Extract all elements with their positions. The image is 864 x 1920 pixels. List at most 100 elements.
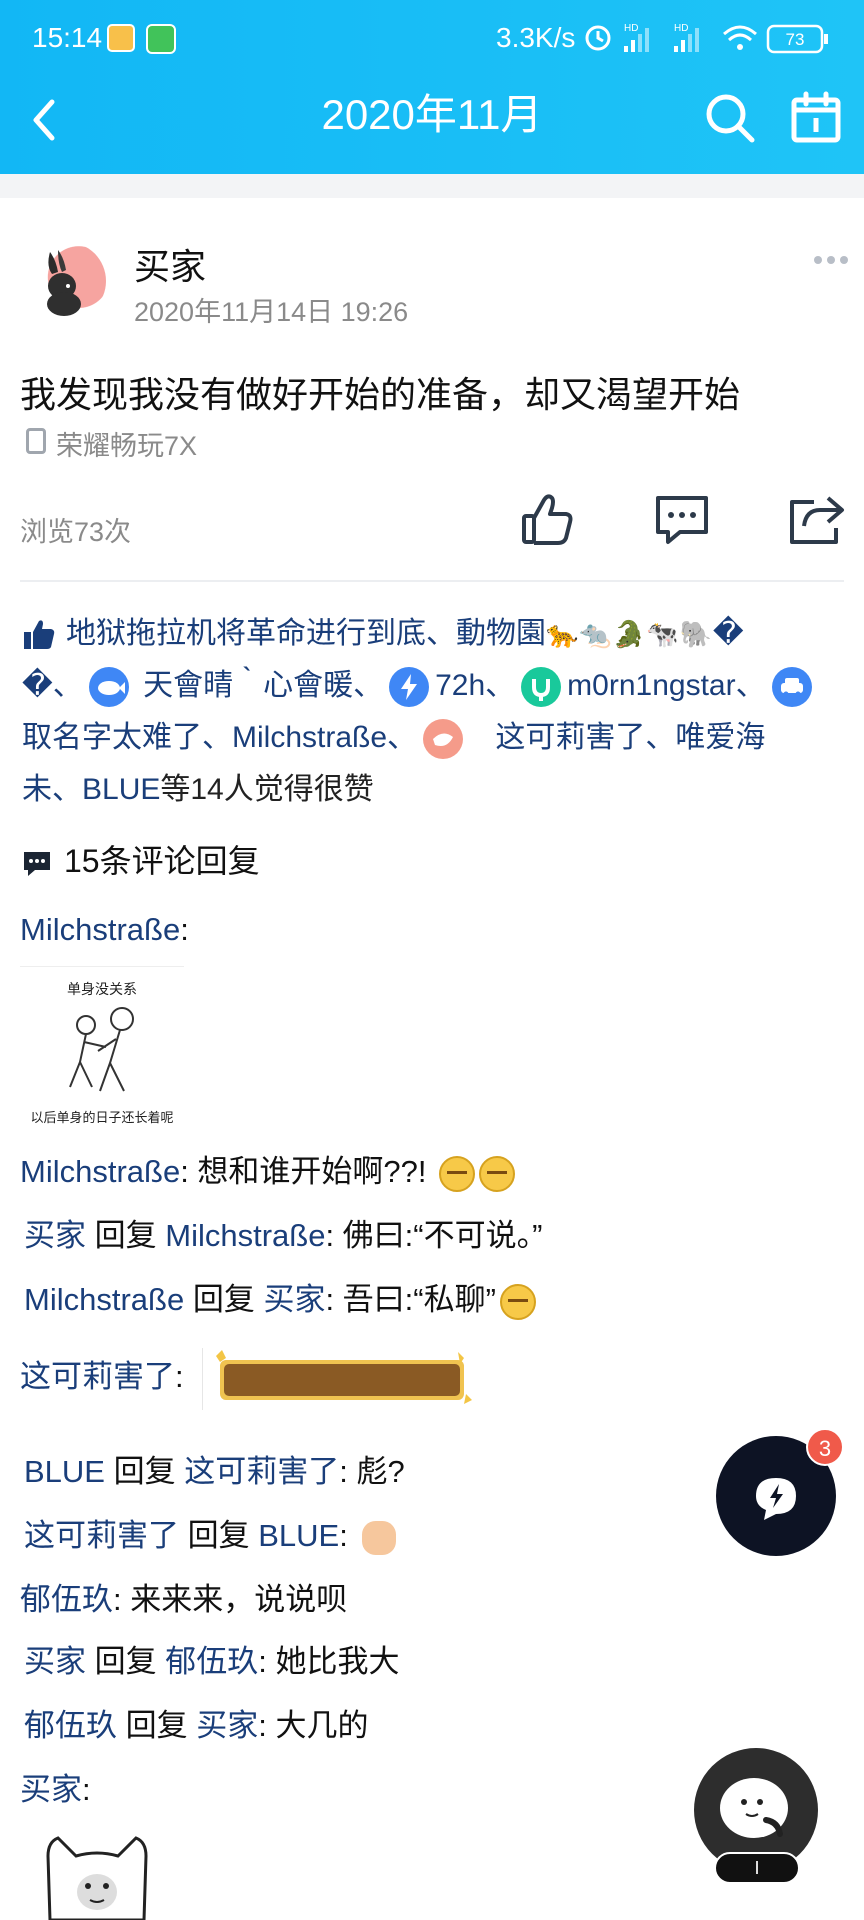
liker-name-2[interactable]: 天會晴｀心會暖、 bbox=[143, 669, 383, 702]
battery-level: 73 bbox=[786, 30, 805, 49]
liker-name-5[interactable]: 取名字太难了、Milchstraße、 bbox=[22, 721, 417, 754]
reply-word: 回复 bbox=[94, 1644, 157, 1679]
comment-text: : 佛曰:“不可说。” bbox=[325, 1218, 543, 1253]
sticker-image[interactable]: 单身没关系 以后单身的日子还长着呢 bbox=[20, 966, 184, 1129]
reply-target[interactable]: 郁伍玖 bbox=[165, 1644, 258, 1679]
cat-face-sticker[interactable] bbox=[42, 1834, 152, 1920]
stick-figures-drawing bbox=[69, 1007, 134, 1092]
smirk-emoji-icon bbox=[499, 1283, 536, 1320]
device-label: 荣耀畅玩7X bbox=[56, 431, 198, 461]
like-thumb-icon[interactable] bbox=[516, 488, 580, 552]
hd-label-1: HD bbox=[624, 23, 638, 34]
reply-word: 回复 bbox=[113, 1454, 176, 1489]
reply-target[interactable]: BLUE bbox=[258, 1518, 339, 1553]
comment-7: 这可莉害了 回复 BLUE: bbox=[24, 1510, 397, 1555]
liker-group-1[interactable]: 地狱拖拉机将革命进行到底、動物園 bbox=[66, 617, 546, 650]
section-gap bbox=[0, 174, 864, 198]
commenter-name[interactable]: Milchstraße bbox=[20, 1154, 180, 1189]
network-speed: 3.3K/s bbox=[496, 22, 576, 53]
wechat-icon bbox=[146, 24, 176, 54]
liker-avatar-bolt bbox=[389, 667, 430, 708]
reply-word: 回复 bbox=[192, 1282, 255, 1317]
like-thumb-filled-icon bbox=[24, 620, 55, 650]
comment-8: 郁伍玖: 来来来，说说呗 bbox=[20, 1574, 347, 1619]
colon: : bbox=[82, 1772, 91, 1807]
liker-avatar-fish bbox=[88, 667, 129, 708]
rabbit-avatar-icon bbox=[47, 250, 81, 316]
badge-image[interactable] bbox=[202, 1348, 482, 1410]
commenter-name[interactable]: 买家 bbox=[20, 1772, 82, 1807]
commenter-name[interactable]: 买家 bbox=[24, 1218, 86, 1253]
commenter-name[interactable]: 买家 bbox=[24, 1644, 86, 1679]
reply-target[interactable]: 这可莉害了 bbox=[184, 1454, 339, 1489]
comment-text: : 吾曰:“私聊” bbox=[325, 1282, 496, 1317]
comment-5: 这可莉害了: bbox=[20, 1348, 482, 1410]
likes-suffix: 等14人觉得很赞 bbox=[160, 773, 374, 806]
post-author[interactable]: 买家 bbox=[134, 238, 206, 290]
reply-target[interactable]: 买家 bbox=[263, 1282, 325, 1317]
reply-word: 回复 bbox=[125, 1708, 188, 1743]
post-text: 我发现我没有做好开始的准备，却又渴望开始 bbox=[20, 374, 741, 415]
animal-emojis: 🐆🐀🐊🐄🐘 bbox=[546, 619, 713, 649]
back-arrow-icon[interactable] bbox=[18, 92, 74, 148]
share-icon[interactable] bbox=[784, 488, 848, 552]
comment-2: Milchstraße: 想和谁开始啊??! bbox=[20, 1146, 516, 1192]
status-icons: HD HD 73 bbox=[585, 23, 828, 54]
garbled-char: � bbox=[712, 617, 744, 650]
comment-1: Milchstraße: bbox=[20, 912, 189, 948]
liker-name-4[interactable]: m0rn1ngstar、 bbox=[567, 669, 765, 702]
avatar[interactable] bbox=[28, 242, 106, 320]
calendar-icon[interactable] bbox=[786, 88, 846, 148]
comment-11: 买家: bbox=[20, 1764, 91, 1809]
comments-count: 15条评论回复 bbox=[64, 843, 260, 879]
commenter-name[interactable]: 这可莉害了 bbox=[20, 1359, 175, 1394]
post-time: 2020年11月14日 19:26 bbox=[134, 297, 409, 327]
comment-4: Milchstraße 回复 买家: 吾曰:“私聊” bbox=[24, 1274, 536, 1320]
reply-word: 回复 bbox=[94, 1218, 157, 1253]
comments-header: 15条评论回复 bbox=[22, 836, 260, 882]
comment-3: 买家 回复 Milchstraße: 佛曰:“不可说。” bbox=[24, 1210, 542, 1255]
commenter-name[interactable]: BLUE bbox=[24, 1454, 105, 1489]
colon: : bbox=[339, 1518, 348, 1553]
commenter-name[interactable]: 这可莉害了 bbox=[24, 1518, 179, 1553]
notification-badge: 3 bbox=[806, 1428, 844, 1466]
more-options-icon[interactable] bbox=[812, 250, 850, 270]
comment-text: : 大几的 bbox=[258, 1708, 369, 1743]
sticker-caption-bottom: 以后单身的日子还长着呢 bbox=[30, 1110, 174, 1125]
comment-bubble-icon[interactable] bbox=[650, 488, 714, 552]
likes-list: 地狱拖拉机将革命进行到底、動物園🐆🐀🐊🐄🐘� �、 天會晴｀心會暖、 72h、 m0… bbox=[22, 608, 838, 816]
comment-text: : 彪? bbox=[339, 1454, 405, 1489]
status-bar: 15:14 3.3K/s HD HD 73 bbox=[0, 0, 864, 78]
title-bar: 2020年11月 bbox=[0, 78, 864, 174]
liker-name-3[interactable]: 72h、 bbox=[435, 669, 515, 702]
reply-target[interactable]: 买家 bbox=[196, 1708, 258, 1743]
hd-label-2: HD bbox=[674, 23, 688, 34]
comment-dots-icon bbox=[24, 851, 50, 876]
commenter-name[interactable]: Milchstraße bbox=[24, 1282, 184, 1317]
liker-name-7[interactable]: 未、BLUE bbox=[22, 773, 160, 806]
notification-app-icon bbox=[107, 24, 135, 52]
liker-avatar-bird bbox=[423, 719, 464, 760]
comment-text: : 想和谁开始啊??! bbox=[180, 1154, 427, 1189]
comment-6: BLUE 回复 这可莉害了: 彪? bbox=[24, 1446, 405, 1491]
divider bbox=[20, 580, 844, 582]
ok-hand-emoji-icon bbox=[362, 1520, 397, 1555]
smirk-emoji-icon bbox=[479, 1155, 516, 1192]
sticker-caption-top: 单身没关系 bbox=[67, 981, 137, 997]
comment-9: 买家 回复 郁伍玖: 她比我大 bbox=[24, 1636, 399, 1681]
reply-target[interactable]: Milchstraße bbox=[165, 1218, 325, 1253]
smirk-emoji-icon bbox=[439, 1155, 476, 1192]
header-bar: 15:14 3.3K/s HD HD 73 2020年11月 bbox=[0, 0, 864, 174]
colon: : bbox=[175, 1359, 184, 1395]
garbled-char-2: �、 bbox=[22, 669, 83, 702]
commenter-name[interactable]: 郁伍玖 bbox=[20, 1582, 113, 1617]
commenter-name[interactable]: 郁伍玖 bbox=[24, 1708, 117, 1743]
assistant-label: I bbox=[714, 1852, 800, 1884]
phone-icon bbox=[26, 428, 46, 454]
comment-10: 郁伍玖 回复 买家: 大几的 bbox=[24, 1700, 368, 1745]
search-icon[interactable] bbox=[700, 88, 760, 148]
liker-name-6[interactable]: 这可莉害了、唯爱海 bbox=[495, 721, 765, 754]
reply-word: 回复 bbox=[187, 1518, 250, 1553]
commenter-name[interactable]: Milchstraße bbox=[20, 912, 180, 947]
view-count: 浏览73次 bbox=[20, 517, 132, 547]
